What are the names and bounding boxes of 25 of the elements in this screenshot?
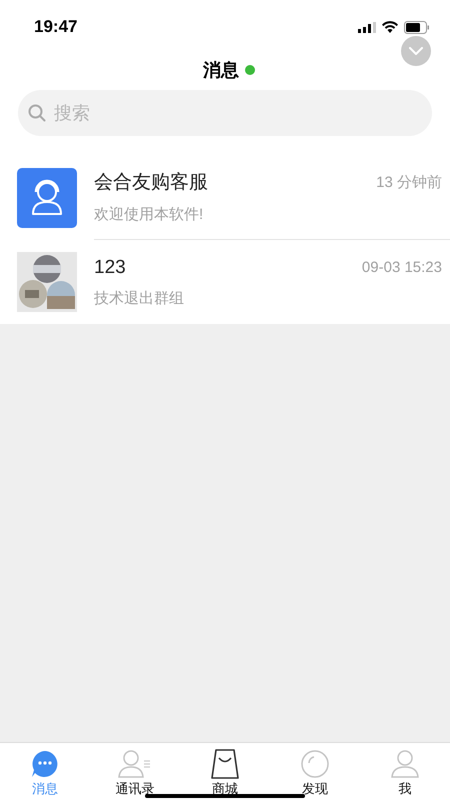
search-field[interactable]: 搜索 [18, 90, 432, 136]
person-icon [390, 749, 420, 779]
tab[interactable]: 通讯录 [90, 743, 180, 800]
battery-icon [404, 20, 430, 34]
message-preview: 欢迎使用本软件! [94, 204, 204, 224]
tab[interactable]: 发现 [270, 743, 360, 800]
customer-service-avatar-icon [17, 168, 77, 228]
conversation-time: 09-03 15:23 [362, 258, 442, 278]
wifi-icon [382, 21, 398, 33]
collapse-button[interactable] [401, 36, 431, 66]
chevron-down-icon [409, 47, 423, 55]
tab[interactable]: 我 [360, 743, 450, 800]
search-icon [28, 104, 46, 122]
conversation-time: 13 分钟前 [376, 173, 442, 193]
message-preview: 技术退出群组 [94, 289, 185, 309]
chat-bubble-icon [30, 749, 60, 779]
signal-icon [358, 22, 376, 32]
conversation-name[interactable]: 123 [94, 254, 126, 282]
status-time: 19:47 [34, 16, 78, 38]
conversation-name[interactable]: 会合友购客服 [94, 169, 208, 198]
contact-list-icon [118, 749, 152, 779]
bubble-icon [300, 749, 330, 779]
page-title: 消息 [203, 58, 239, 82]
shopping-bag-icon [210, 748, 240, 780]
tab[interactable]: 商城 [180, 743, 270, 800]
